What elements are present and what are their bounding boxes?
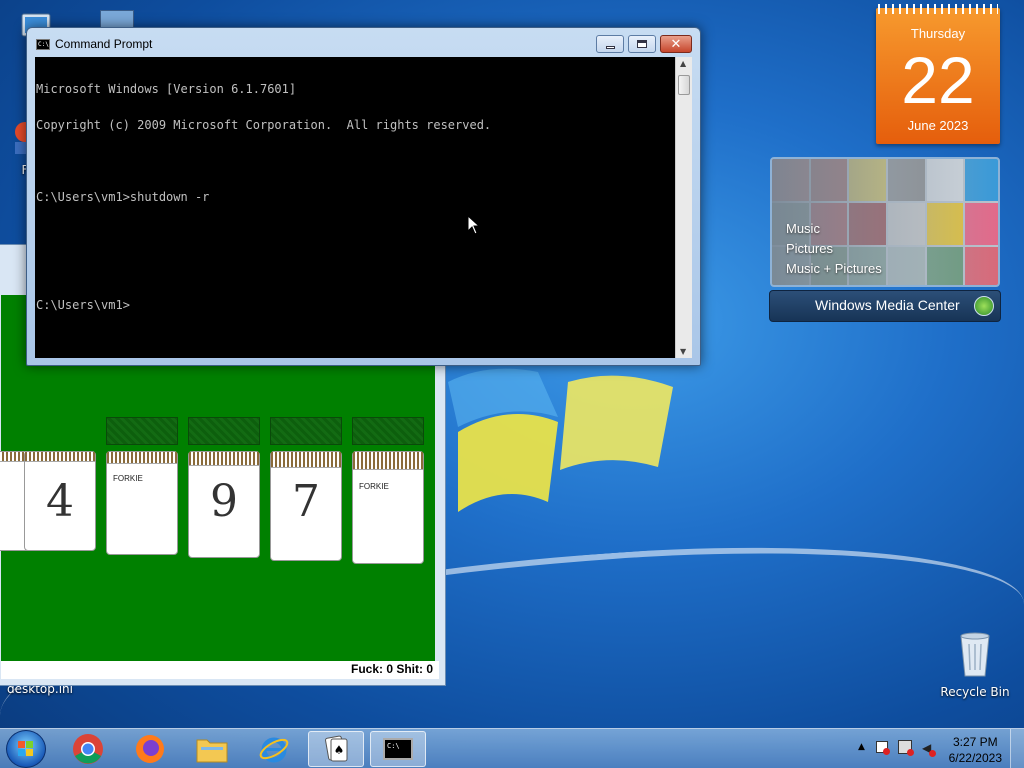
media-center-logo-icon [974, 296, 994, 316]
system-clock[interactable]: 3:27 PM 6/22/2023 [949, 734, 1002, 766]
card-value: 9 [210, 476, 238, 527]
foundation-pile[interactable] [106, 417, 178, 445]
taskbar-firefox[interactable] [122, 731, 178, 767]
network-icon[interactable] [898, 740, 914, 756]
calendar-day: Thursday [910, 26, 966, 41]
tableau-card[interactable]: 7 [270, 451, 342, 561]
minimize-icon [605, 45, 615, 49]
console-line: C:\Users\vm1> [36, 298, 130, 312]
desktop-icon-recycle-bin[interactable]: Recycle Bin [940, 630, 1010, 699]
maximize-icon [637, 40, 647, 48]
solitaire-icon: ♠ [325, 735, 348, 762]
foundation-pile[interactable] [352, 417, 424, 445]
console-output[interactable]: Microsoft Windows [Version 6.1.7601] Cop… [35, 57, 675, 358]
solitaire-status-bar: Fuck: 0 Shit: 0 [1, 661, 439, 679]
taskbar-explorer[interactable] [184, 731, 240, 767]
vertical-scrollbar[interactable]: ▲ ▼ [675, 57, 692, 358]
maximize-button[interactable] [628, 35, 656, 53]
taskbar-ie[interactable] [246, 731, 302, 767]
foundation-pile[interactable] [270, 417, 342, 445]
media-center-brand: Windows Media Center [815, 297, 960, 313]
clock-date: 6/22/2023 [948, 751, 1002, 765]
taskbar-solitaire[interactable]: ♠ [308, 731, 364, 767]
card-value: 7 [292, 476, 320, 527]
scroll-down-icon[interactable]: ▼ [680, 347, 686, 356]
recycle-bin-icon [960, 632, 990, 677]
menu-item-pictures[interactable]: Pictures [786, 239, 882, 259]
tableau-card[interactable]: 4 [24, 451, 96, 551]
chrome-icon [73, 734, 103, 764]
calendar-rings [878, 4, 998, 14]
close-icon: ✕ [670, 36, 682, 52]
show-hidden-icons-icon[interactable]: ▲ [858, 742, 865, 752]
console-line: Microsoft Windows [Version 6.1.7601] [36, 82, 297, 96]
calendar-month: June 2023 [907, 118, 969, 133]
show-desktop-button[interactable] [1010, 729, 1024, 768]
internet-explorer-icon [259, 737, 289, 763]
taskbar: ♠ C:\ ▲ ◀ 3:27 PM 6/22/2023 [0, 728, 1024, 768]
media-center-menu: Music Pictures Music + Pictures [786, 219, 882, 279]
calendar-gadget[interactable]: Thursday 22 June 2023 [876, 4, 1000, 144]
svg-text:♠: ♠ [334, 743, 345, 757]
tableau-card[interactable]: 9 [188, 451, 260, 558]
media-center-launch-bar[interactable]: Windows Media Center [769, 290, 1001, 322]
tableau-card[interactable]: FORKIE [106, 451, 178, 555]
close-button[interactable]: ✕ [660, 35, 692, 53]
folder-icon [196, 739, 228, 763]
windows-logo-wallpaper [448, 368, 673, 512]
menu-item-music-pictures[interactable]: Music + Pictures [786, 259, 882, 279]
card-value: 4 [46, 476, 74, 527]
console-line: Copyright (c) 2009 Microsoft Corporation… [36, 118, 492, 132]
command-prompt-window[interactable]: C:\ Command Prompt ✕ Microsoft Windows [… [26, 27, 701, 366]
console-line: C:\Users\vm1>shutdown -r [36, 190, 210, 204]
foundation-pile[interactable] [188, 417, 260, 445]
window-title: Command Prompt [55, 37, 153, 51]
notification-area: ▲ ◀ 3:27 PM 6/22/2023 [834, 729, 1024, 768]
start-button[interactable] [6, 730, 46, 768]
taskbar-chrome[interactable] [60, 731, 116, 767]
desktop-icon-label: Recycle Bin [940, 685, 1010, 699]
action-center-icon[interactable] [876, 741, 890, 755]
clock-time: 3:27 PM [952, 735, 998, 749]
firefox-icon [136, 735, 164, 763]
scroll-up-icon[interactable]: ▲ [680, 59, 686, 68]
volume-icon[interactable]: ◀ [922, 741, 937, 757]
minimize-button[interactable] [596, 35, 624, 53]
card-label: FORKIE [113, 474, 143, 483]
cmd-icon: C:\ [383, 738, 413, 760]
menu-item-music[interactable]: Music [786, 219, 882, 239]
tableau-card[interactable]: FORKIE [352, 451, 424, 564]
scrollbar-thumb[interactable] [678, 75, 690, 95]
media-center-gadget[interactable]: Music Pictures Music + Pictures [770, 157, 1000, 287]
mouse-cursor-icon [467, 215, 481, 235]
cmd-window-icon: C:\ [36, 39, 50, 50]
taskbar-cmd[interactable]: C:\ [370, 731, 426, 767]
windows-flag-icon [18, 741, 33, 756]
card-label: FORKIE [359, 482, 389, 491]
calendar-date: 22 [901, 43, 975, 117]
